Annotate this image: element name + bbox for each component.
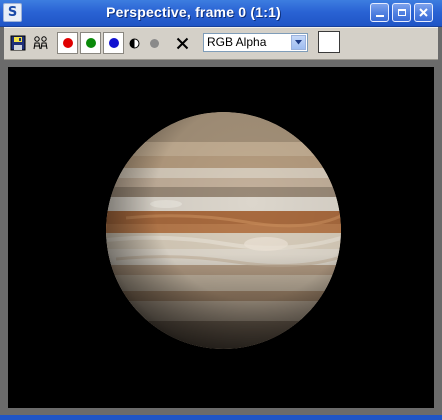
gray-dot-icon — [149, 38, 159, 48]
minimize-button[interactable] — [370, 3, 389, 22]
save-image-button[interactable] — [8, 32, 28, 54]
half-circle-contrast-icon — [129, 38, 139, 48]
green-channel-toggle[interactable] — [80, 32, 101, 54]
green-channel-icon — [85, 38, 96, 48]
floppy-disk-icon — [10, 35, 26, 51]
red-channel-toggle[interactable] — [57, 32, 78, 54]
window-title: Perspective, frame 0 (1:1) — [106, 4, 281, 20]
planet-render-image — [106, 112, 341, 349]
clone-people-icon — [33, 36, 48, 50]
render-window: S Perspective, frame 0 (1:1) RGB Alpha — [0, 0, 442, 420]
channel-dropdown[interactable]: RGB Alpha — [203, 33, 308, 52]
render-viewport — [8, 67, 434, 408]
display-alpha-toggle[interactable] — [146, 32, 162, 54]
title-bar[interactable]: S Perspective, frame 0 (1:1) — [0, 0, 442, 27]
maximize-icon — [397, 9, 406, 16]
color-swatch[interactable] — [318, 31, 340, 53]
chevron-down-icon[interactable] — [291, 35, 306, 50]
channel-dropdown-value: RGB Alpha — [207, 35, 267, 49]
blue-channel-icon — [108, 38, 119, 48]
red-channel-icon — [62, 38, 73, 48]
clear-button[interactable] — [172, 32, 192, 54]
clone-window-button[interactable] — [30, 32, 52, 54]
blue-channel-toggle[interactable] — [103, 32, 124, 54]
minimize-icon — [375, 15, 384, 17]
close-icon — [419, 8, 428, 17]
close-button[interactable] — [414, 3, 433, 22]
frame-buffer-toolbar: RGB Alpha — [4, 27, 438, 60]
window-bottom-edge — [0, 415, 442, 420]
clear-x-icon — [176, 37, 188, 49]
maximize-button[interactable] — [392, 3, 411, 22]
monochrome-toggle[interactable] — [126, 32, 142, 54]
